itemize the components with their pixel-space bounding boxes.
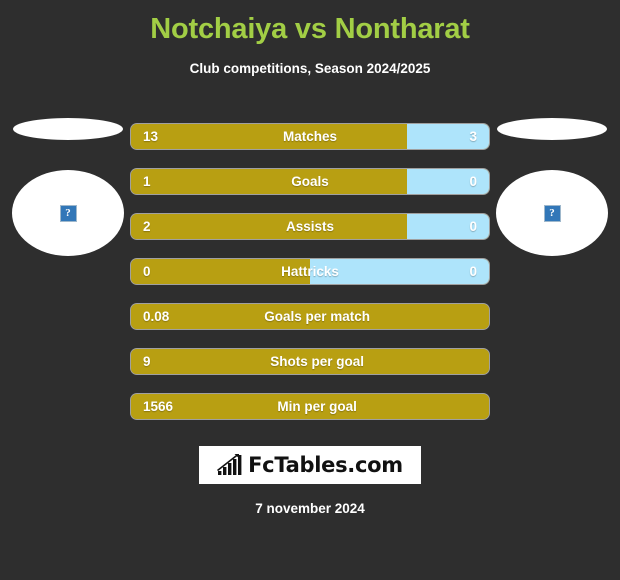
stats-comparison-page: Notchaiya vs Nontharat Club competitions… [0,0,620,580]
stat-label: Hattricks [281,264,339,279]
page-title: Notchaiya vs Nontharat [150,13,470,45]
stat-label: Min per goal [277,399,357,414]
stat-value-right: 0 [469,264,477,279]
stat-label: Assists [285,219,335,234]
player-photo-left: ? [8,118,128,256]
logo-text: FcTables.com [248,453,403,477]
stat-label: Shots per goal [270,354,365,369]
broken-image-icon: ? [59,204,77,222]
fctables-logo: FcTables.com [199,446,421,484]
stat-row: 0.08 Goals per match [131,304,489,329]
stat-label: Goals [291,174,329,189]
stat-value-right: 0 [469,219,477,234]
player-right-photo-ellipse: ? [496,170,608,256]
stat-row: 0 Hattricks 0 [131,259,489,284]
stat-value-right: 3 [469,129,477,144]
stat-row: 13 Matches 3 [131,124,489,149]
stat-label: Matches [282,129,338,144]
player-photo-right: ? [492,118,612,256]
stat-label: Goals per match [264,309,371,324]
stat-row: 1 Goals 0 [131,169,489,194]
page-subtitle: Club competitions, Season 2024/2025 [189,61,431,76]
stat-bar-list: 13 Matches 3 1 Goals 0 2 Assists 0 0 Hat… [131,124,489,439]
stat-row: 2 Assists 0 [131,214,489,239]
stat-value-right: 0 [469,174,477,189]
footer-date: 7 november 2024 [255,501,365,516]
player-left-photo-ellipse: ? [12,170,124,256]
bar-chart-growth-icon [217,454,242,475]
player-left-top-ellipse [13,118,123,140]
broken-image-icon: ? [543,204,561,222]
stat-row: 9 Shots per goal [131,349,489,374]
stat-row: 1566 Min per goal [131,394,489,419]
player-right-top-ellipse [497,118,607,140]
